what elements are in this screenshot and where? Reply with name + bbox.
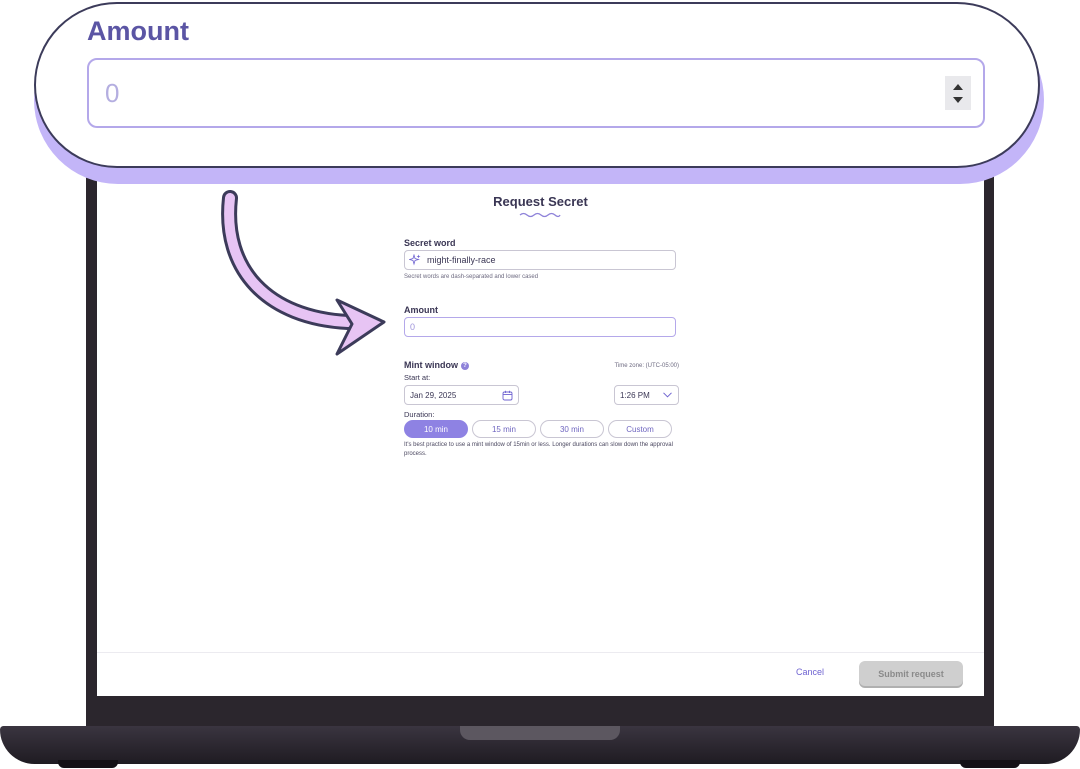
callout-amount-label: Amount (87, 16, 189, 46)
callout-amount-value: 0 (105, 78, 120, 108)
spinner-up-icon[interactable] (952, 83, 964, 91)
spinner-down-icon[interactable] (952, 96, 964, 104)
callout-amount-input[interactable]: 0 (87, 58, 985, 128)
number-spinner[interactable] (945, 76, 971, 110)
